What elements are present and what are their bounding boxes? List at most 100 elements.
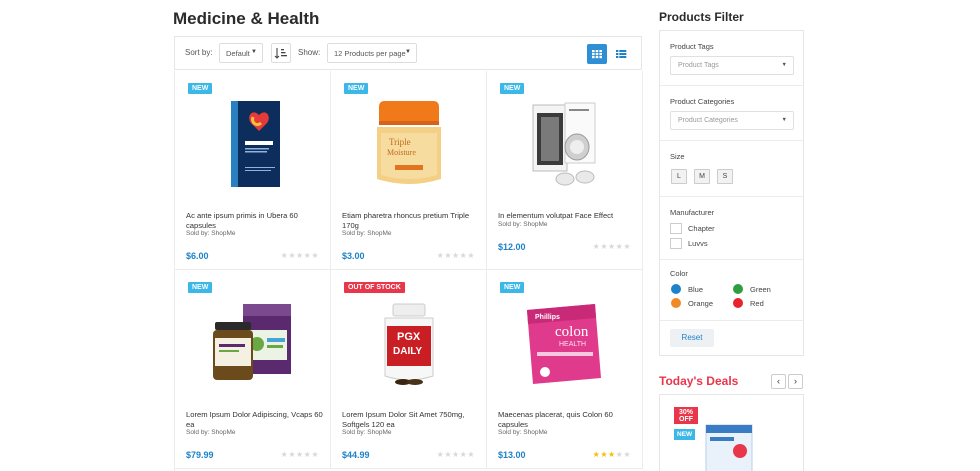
- sold-by: Sold by: ShopMe: [342, 429, 392, 436]
- sold-by: Sold by: ShopMe: [342, 230, 392, 237]
- product-name[interactable]: Maecenas placerat, quis Colon 60 capsule…: [498, 410, 638, 430]
- chevron-left-icon: ‹: [777, 376, 780, 386]
- size-option-s[interactable]: S: [717, 169, 733, 184]
- deals-next-button[interactable]: ›: [788, 374, 803, 389]
- star-icon: ★★★★★: [592, 242, 631, 251]
- svg-text:Moisture: Moisture: [387, 148, 416, 157]
- rating-stars: ★★★★★: [281, 450, 319, 459]
- rating-stars: ★★★★★: [593, 242, 631, 251]
- grid-view-button[interactable]: [587, 44, 607, 64]
- filter-product-tags: Product Tags Product Tags ▼: [660, 31, 803, 86]
- color-swatch-blue[interactable]: [671, 284, 681, 294]
- manufacturer-chapter-label[interactable]: Chapter: [688, 224, 715, 233]
- svg-text:Phillips: Phillips: [535, 314, 560, 321]
- product-toolbar: Sort by: Default ▼ Show: 12 Products per…: [174, 36, 642, 70]
- product-categories-placeholder: Product Categories: [678, 117, 738, 124]
- new-badge: NEW: [674, 429, 696, 440]
- star-icon: ★★★★★: [280, 450, 319, 459]
- sort-label: Sort by:: [185, 48, 213, 57]
- grid-view-icon: [592, 50, 602, 59]
- product-categories-select[interactable]: Product Categories ▼: [670, 111, 794, 130]
- show-label: Show:: [298, 48, 321, 57]
- product-image[interactable]: PGX DAILY: [359, 292, 459, 392]
- product-image[interactable]: [515, 93, 615, 193]
- deal-product-image[interactable]: [700, 417, 760, 471]
- svg-text:DAILY: DAILY: [393, 346, 422, 357]
- products-filter-panel: Product Tags Product Tags ▼ Product Cate…: [659, 30, 804, 356]
- product-categories-label: Product Categories: [670, 97, 735, 106]
- reset-filters-button[interactable]: Reset: [670, 329, 714, 347]
- discount-off: OFF: [679, 416, 693, 423]
- star-icon: ★★: [615, 450, 631, 459]
- color-swatch-green[interactable]: [733, 284, 743, 294]
- caret-down-icon: ▼: [781, 117, 787, 123]
- rating-stars: ★★★★★: [437, 251, 475, 260]
- product-price: $12.00: [498, 242, 526, 252]
- sort-direction-button[interactable]: [271, 43, 291, 63]
- product-tags-select[interactable]: Product Tags ▼: [670, 56, 794, 75]
- color-orange-label[interactable]: Orange: [688, 299, 713, 308]
- product-card[interactable]: NEW Lorem Ipsum Dolor Adipiscing, Vcaps …: [175, 270, 331, 469]
- per-page-select[interactable]: 12 Products per page ▼: [327, 43, 417, 63]
- product-card[interactable]: NEW Phillips colon HEALTH Maecenas place…: [487, 270, 643, 469]
- rating-stars: ★★★★★: [281, 251, 319, 260]
- svg-text:colon: colon: [555, 324, 589, 340]
- rating-stars: ★★★★★: [593, 450, 631, 459]
- product-name[interactable]: Lorem Ipsum Dolor Adipiscing, Vcaps 60 e…: [186, 410, 326, 430]
- product-price: $6.00: [186, 251, 209, 261]
- size-option-m[interactable]: M: [694, 169, 710, 184]
- product-card[interactable]: OUT OF STOCK PGX DAILY Lorem Ipsum Dolor…: [331, 270, 487, 469]
- product-name[interactable]: Etiam pharetra rhoncus pretium Triple 17…: [342, 211, 482, 231]
- color-swatch-red[interactable]: [733, 298, 743, 308]
- product-name[interactable]: Ac ante ipsum primis in Ubera 60 capsule…: [186, 211, 326, 231]
- caret-down-icon: ▼: [781, 62, 787, 68]
- discount-percent: 30%: [678, 409, 693, 416]
- filter-color: Color Blue Green Orange Red: [660, 260, 803, 321]
- product-image[interactable]: [203, 93, 303, 193]
- size-option-l[interactable]: L: [671, 169, 687, 184]
- sold-by: Sold by: ShopMe: [498, 429, 548, 436]
- color-swatch-orange[interactable]: [671, 298, 681, 308]
- product-price: $3.00: [342, 251, 365, 261]
- star-icon: ★★★★★: [280, 251, 319, 260]
- manufacturer-luvvs-checkbox[interactable]: [670, 238, 682, 249]
- star-icon: ★★★: [592, 450, 616, 459]
- color-blue-label[interactable]: Blue: [688, 285, 703, 294]
- color-label: Color: [670, 269, 688, 278]
- rating-stars: ★★★★★: [437, 450, 475, 459]
- per-page-value: 12 Products per page: [334, 49, 406, 58]
- product-card[interactable]: NEW Ac ante ipsum primis in Ubera 60 cap…: [175, 71, 331, 270]
- product-name[interactable]: Lorem Ipsum Dolor Sit Amet 750mg, Softge…: [342, 410, 482, 430]
- deals-prev-button[interactable]: ‹: [771, 374, 786, 389]
- sold-by: Sold by: ShopMe: [498, 221, 548, 228]
- list-view-button[interactable]: [611, 44, 631, 64]
- product-image[interactable]: [203, 292, 303, 392]
- sold-by: Sold by: ShopMe: [186, 429, 236, 436]
- star-icon: ★★★★★: [436, 450, 475, 459]
- product-price: $44.99: [342, 450, 370, 460]
- manufacturer-label: Manufacturer: [670, 208, 715, 217]
- list-view-icon: [616, 50, 627, 58]
- manufacturer-chapter-checkbox[interactable]: [670, 223, 682, 234]
- discount-badge: 30% OFF: [674, 407, 698, 424]
- svg-text:Triple: Triple: [389, 137, 411, 147]
- todays-deals-title: Today's Deals: [659, 374, 739, 388]
- filter-manufacturer: Manufacturer Chapter Luvvs: [660, 197, 803, 260]
- sold-by: Sold by: ShopMe: [186, 230, 236, 237]
- product-tags-label: Product Tags: [670, 42, 714, 51]
- product-price: $79.99: [186, 450, 214, 460]
- product-image[interactable]: Triple Moisture: [359, 93, 459, 193]
- filter-size: Size L M S: [660, 141, 803, 197]
- product-image[interactable]: Phillips colon HEALTH: [515, 292, 615, 392]
- manufacturer-luvvs-label[interactable]: Luvvs: [688, 239, 708, 248]
- product-grid: NEW Ac ante ipsum primis in Ubera 60 cap…: [174, 71, 643, 471]
- sort-select-value: Default: [226, 49, 250, 58]
- chevron-right-icon: ›: [794, 376, 797, 386]
- product-card[interactable]: NEW In elementum volutpat Face Effect So…: [487, 71, 643, 270]
- product-card[interactable]: NEW Triple Moisture Etiam pharetra rhonc…: [331, 71, 487, 270]
- color-green-label[interactable]: Green: [750, 285, 771, 294]
- star-icon: ★★★★★: [436, 251, 475, 260]
- product-name[interactable]: In elementum volutpat Face Effect: [498, 211, 638, 221]
- sort-select[interactable]: Default ▼: [219, 43, 263, 63]
- color-red-label[interactable]: Red: [750, 299, 764, 308]
